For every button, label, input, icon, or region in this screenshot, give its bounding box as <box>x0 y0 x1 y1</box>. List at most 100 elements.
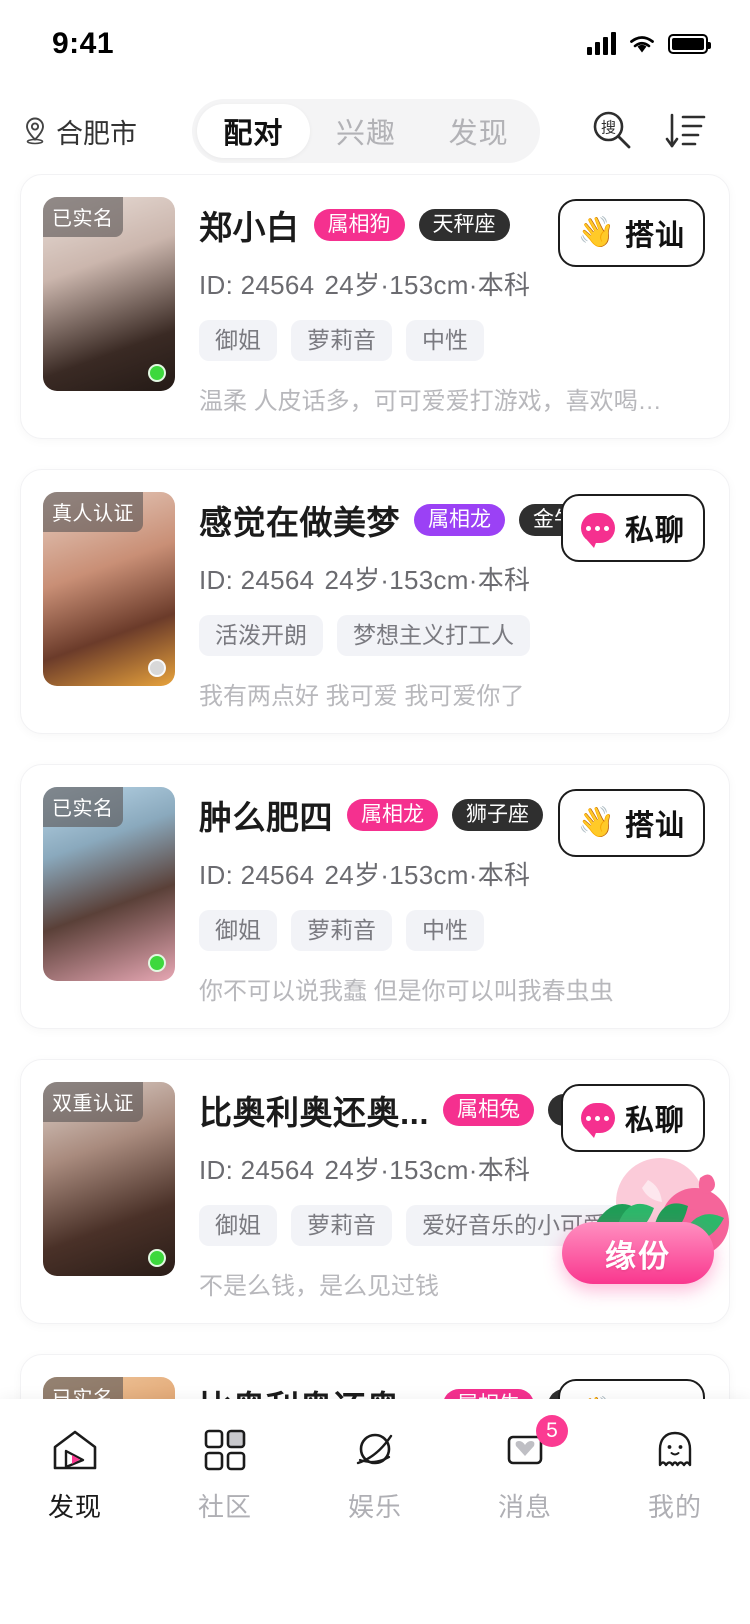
tabbar-icon-wrap <box>348 1425 402 1475</box>
wifi-icon <box>628 33 656 55</box>
fate-button[interactable]: 缘份 <box>562 1222 714 1284</box>
tab-faxian[interactable]: 发现 <box>422 104 535 158</box>
app-header: 合肥市 配对 兴趣 发现 搜 <box>0 88 750 174</box>
private-chat-button[interactable]: 私聊 <box>561 494 705 562</box>
tab-peidui[interactable]: 配对 <box>197 104 310 158</box>
avatar[interactable]: 已实名 <box>43 1377 175 1399</box>
user-stats: 24岁·153cm·本科 <box>324 860 530 890</box>
search-glyph: 搜 <box>601 120 616 137</box>
greet-button[interactable]: 👋 搭讪 <box>558 789 705 857</box>
status-time: 9:41 <box>52 27 114 61</box>
trait-chip[interactable]: 活泼开朗 <box>199 615 323 656</box>
ghost-avatar-icon <box>652 1427 698 1473</box>
tabbar-item-发现[interactable]: 发现 <box>0 1425 150 1524</box>
filter-sort-button[interactable] <box>662 107 710 155</box>
user-card[interactable]: 已实名 郑小白 属相狗 天秤座 ID: 2456424岁·153cm·本科 御姐… <box>20 174 730 439</box>
grid-icon <box>202 1427 248 1473</box>
action-button-label: 私聊 <box>625 1097 685 1139</box>
waving-hand-icon: 👋 <box>578 218 615 248</box>
user-meta: ID: 24564 24岁·153cm·本科 <box>199 1150 707 1187</box>
trait-chip[interactable]: 御姐 <box>199 910 277 951</box>
tab-label: 发现 <box>449 110 509 152</box>
user-name[interactable]: 肿么肥四 <box>199 791 333 839</box>
zodiac-badge: 属相狗 <box>314 209 405 241</box>
trait-chip-row: 御姐萝莉音中性 <box>199 320 707 361</box>
constellation-badge: 狮子座 <box>452 799 543 831</box>
trait-chip[interactable]: 御姐 <box>199 320 277 361</box>
user-name[interactable]: 郑小白 <box>199 201 300 249</box>
tabbar-item-消息[interactable]: 5 消息 <box>450 1425 600 1524</box>
online-status-dot <box>148 659 166 677</box>
trait-chip[interactable]: 中性 <box>406 320 484 361</box>
user-card[interactable]: 已实名 比奥利奥还奥... 属相牛 天秤座 ID: 2456424岁·153cm… <box>20 1354 730 1399</box>
zodiac-badge: 属相龙 <box>414 504 505 536</box>
user-name[interactable]: 比奥利奥还奥... <box>199 1086 429 1134</box>
constellation-badge: 天秤座 <box>419 209 510 241</box>
trait-chip[interactable]: 中性 <box>406 910 484 951</box>
tabbar-label: 社区 <box>198 1487 252 1524</box>
waving-hand-icon: 👋 <box>578 808 615 838</box>
tab-label: 配对 <box>223 110 283 152</box>
tabbar-icon-wrap: 5 <box>498 1425 552 1475</box>
avatar[interactable]: 双重认证 <box>43 1082 175 1276</box>
verification-badge: 已实名 <box>43 197 123 237</box>
avatar[interactable]: 已实名 <box>43 787 175 981</box>
tabbar-label: 娱乐 <box>348 1487 402 1524</box>
tabbar-item-我的[interactable]: 我的 <box>600 1425 750 1524</box>
action-button-label: 私聊 <box>625 507 685 549</box>
sort-descending-icon <box>663 108 709 154</box>
bottom-tab-bar: 发现 社区 娱乐 5 消息 <box>0 1399 750 1624</box>
status-icons <box>587 33 708 55</box>
tab-label: 兴趣 <box>336 110 396 152</box>
user-meta: ID: 2456424岁·153cm·本科 <box>199 560 707 597</box>
private-chat-button[interactable]: 私聊 <box>561 1084 705 1152</box>
zodiac-badge: 属相牛 <box>443 1389 534 1399</box>
avatar[interactable]: 已实名 <box>43 197 175 391</box>
user-meta: ID: 2456424岁·153cm·本科 <box>199 855 707 892</box>
user-card[interactable]: 真人认证 感觉在做美梦 属相龙 金牛座 ID: 2456424岁·153cm·本… <box>20 469 730 734</box>
trait-chip[interactable]: 萝莉音 <box>291 910 392 951</box>
home-play-icon <box>50 1427 100 1473</box>
tabbar-label: 消息 <box>498 1487 552 1524</box>
greet-button[interactable]: 👋 搭讪 <box>558 1379 705 1399</box>
cellular-signal-icon <box>587 33 616 55</box>
tabbar-item-娱乐[interactable]: 娱乐 <box>300 1425 450 1524</box>
tabbar-item-社区[interactable]: 社区 <box>150 1425 300 1524</box>
user-card[interactable]: 双重认证 比奥利奥还奥... 属相兔 天秤座 ID: 2456424岁·153c… <box>20 1059 730 1324</box>
user-id: ID: 24564 <box>199 1155 314 1185</box>
user-description: 温柔 人皮话多，可可爱爱打游戏，喜欢喝可乐，喜欢喝... <box>199 381 669 416</box>
online-status-dot <box>148 364 166 382</box>
location-selector[interactable]: 合肥市 <box>22 112 192 151</box>
segmented-tabs: 配对 兴趣 发现 <box>192 99 540 163</box>
user-card[interactable]: 已实名 肿么肥四 属相龙 狮子座 ID: 2456424岁·153cm·本科 御… <box>20 764 730 1029</box>
avatar[interactable]: 真人认证 <box>43 492 175 686</box>
user-id: ID: 24564 <box>199 565 314 595</box>
verification-badge: 已实名 <box>43 787 123 827</box>
user-name[interactable]: 比奥利奥还奥... <box>199 1381 429 1399</box>
user-name[interactable]: 感觉在做美梦 <box>199 496 400 544</box>
trait-chip[interactable]: 萝莉音 <box>291 1205 392 1246</box>
trait-chip[interactable]: 萝莉音 <box>291 320 392 361</box>
trait-chip[interactable]: 御姐 <box>199 1205 277 1246</box>
trait-chip[interactable]: 梦想主义打工人 <box>337 615 530 656</box>
user-id: ID: 24564 <box>199 270 314 300</box>
fate-button-label: 缘份 <box>605 1231 671 1276</box>
user-stats: 24岁·153cm·本科 <box>324 1155 530 1185</box>
search-icon: 搜 <box>589 108 635 154</box>
status-bar: 9:41 <box>0 0 750 88</box>
tab-xingqu[interactable]: 兴趣 <box>310 104 423 158</box>
tabbar-label: 发现 <box>48 1487 102 1524</box>
search-button[interactable]: 搜 <box>588 107 636 155</box>
zodiac-badge: 属相兔 <box>443 1094 534 1126</box>
tabbar-icon-wrap <box>198 1425 252 1475</box>
tabbar-icon-wrap <box>48 1425 102 1475</box>
online-status-dot <box>148 954 166 972</box>
user-card-list[interactable]: 已实名 郑小白 属相狗 天秤座 ID: 24564 24岁·153cm·本科 御姐… <box>0 174 750 1399</box>
greet-button[interactable]: 👋 搭讪 <box>558 199 705 267</box>
action-button-label: 搭讪 <box>625 1392 685 1399</box>
trait-chip-row: 御姐萝莉音中性 <box>199 910 707 951</box>
planet-icon <box>351 1427 399 1473</box>
verification-badge: 已实名 <box>43 1377 123 1399</box>
verification-badge: 真人认证 <box>43 492 143 532</box>
location-pin-icon <box>22 116 48 146</box>
